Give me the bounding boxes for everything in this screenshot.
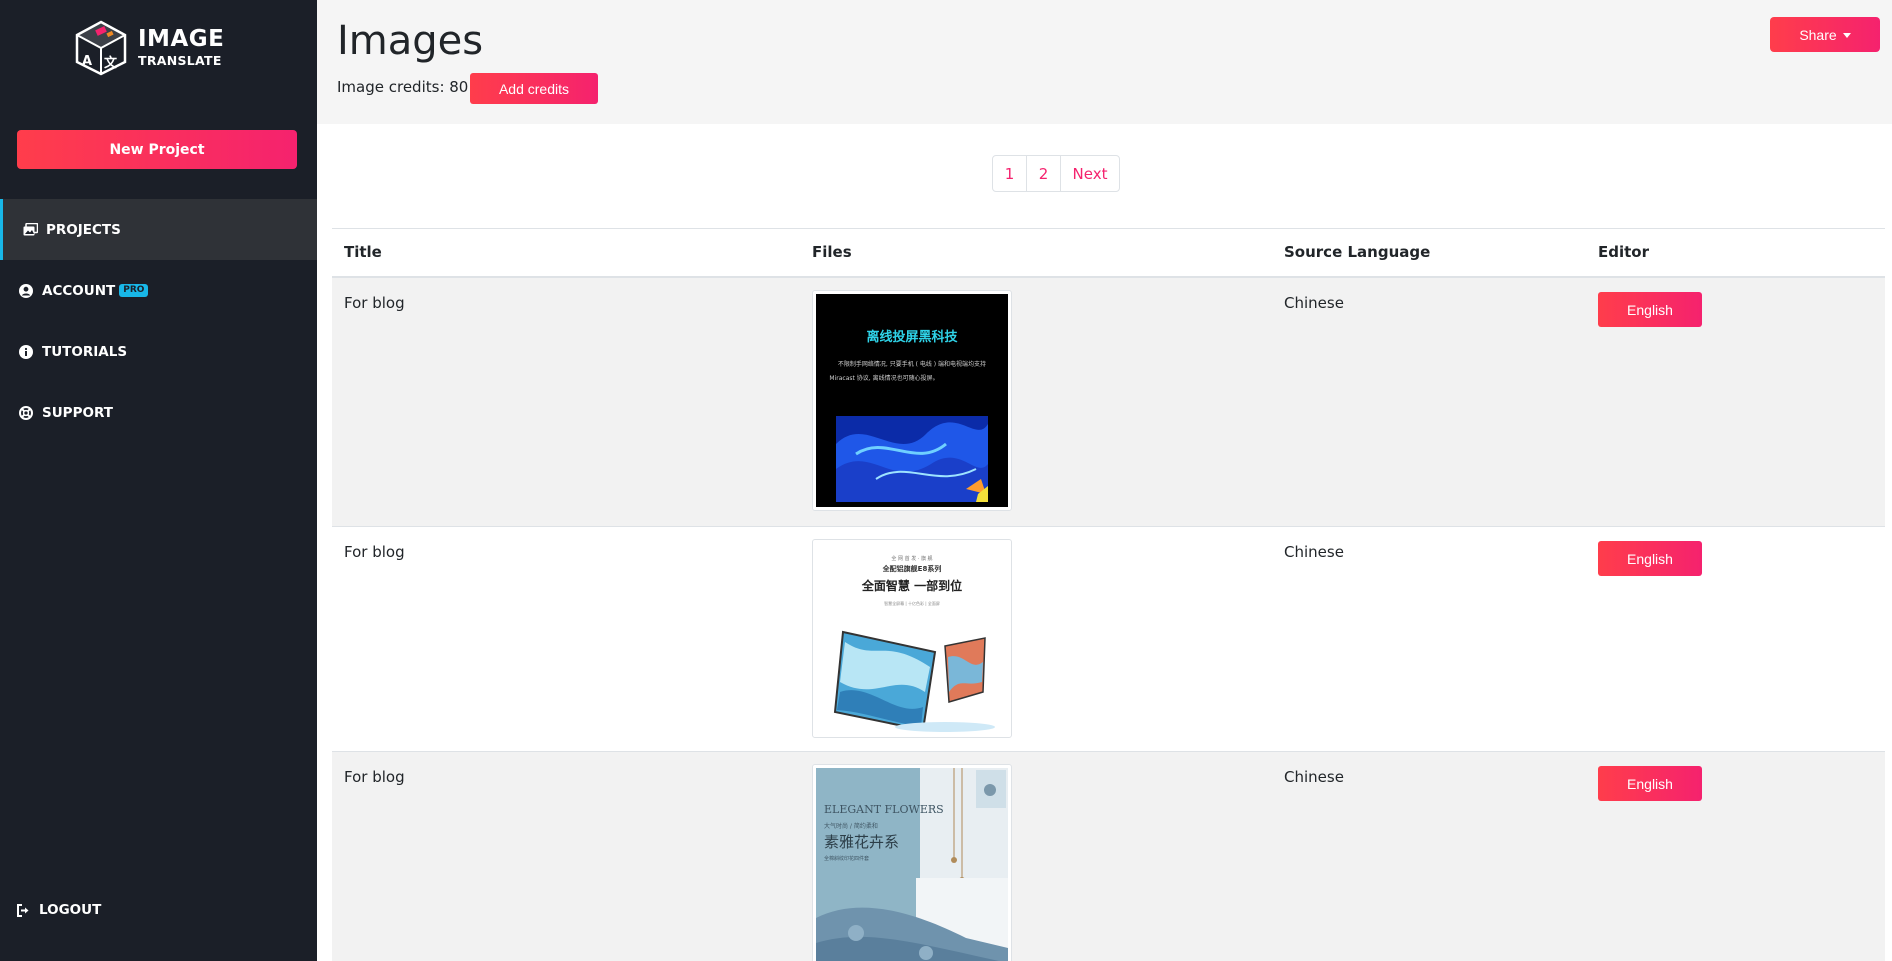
page-link-2[interactable]: 2	[1027, 156, 1061, 191]
thumb-headline: 离线投屏黑科技	[866, 329, 958, 345]
thumbnail-image: 离线投屏黑科技 不限制手网络情况, 只要手机 ( 电线 ) 端和电视端均支持 M…	[816, 294, 1008, 507]
open-editor-button[interactable]: English	[1598, 541, 1702, 576]
column-header-files: Files	[812, 243, 852, 261]
row-title: For blog	[344, 768, 405, 786]
logo-title: IMAGE	[138, 26, 225, 53]
new-project-button[interactable]: New Project	[17, 130, 297, 169]
pro-badge: PRO	[119, 284, 149, 297]
sidebar-item-tutorials[interactable]: TUTORIALS	[0, 321, 317, 382]
thumb-headline: 全面智慧 一部到位	[861, 578, 962, 593]
page-link-next[interactable]: Next	[1061, 156, 1119, 191]
thumb-small-2: 全棉斜纹印花四件套	[824, 855, 869, 862]
thumb-small: 大气时尚 / 简约柔和	[824, 822, 878, 830]
row-source-language: Chinese	[1284, 543, 1344, 561]
sidebar-item-label: PROJECTS	[46, 221, 121, 238]
life-ring-icon	[18, 405, 34, 421]
editor-cell: English	[1598, 292, 1702, 327]
logo-cube-icon: A 文	[75, 20, 127, 76]
logout-label: LOGOUT	[39, 902, 102, 918]
sidebar-item-account[interactable]: ACCOUNT PRO	[0, 260, 317, 321]
row-source-language: Chinese	[1284, 768, 1344, 786]
sign-out-icon	[15, 902, 31, 918]
svg-text:A: A	[82, 54, 92, 69]
editor-cell: English	[1598, 766, 1702, 801]
file-thumbnail[interactable]: 全 网 首 发 · 旗 舰 全配铝旗舰E8系列 全面智慧 一部到位 智慧全屏幕 …	[812, 539, 1012, 738]
caret-down-icon	[1842, 33, 1851, 39]
thumb-en-title: ELEGANT FLOWERS	[824, 803, 944, 816]
pagination: 1 2 Next	[992, 155, 1120, 192]
sidebar-item-projects[interactable]: PROJECTS	[0, 199, 317, 260]
table-header: Title Files Source Language Editor	[332, 228, 1885, 278]
open-editor-button[interactable]: English	[1598, 292, 1702, 327]
thumbnail-image: 全 网 首 发 · 旗 舰 全配铝旗舰E8系列 全面智慧 一部到位 智慧全屏幕 …	[815, 542, 1009, 735]
thumb-subline-1: 不限制手网络情况, 只要手机 ( 电线 ) 端和电视端均支持	[838, 360, 986, 368]
thumb-top-text: 全 网 首 发 · 旗 舰	[891, 555, 932, 562]
info-circle-icon	[18, 344, 34, 360]
sidebar-item-support[interactable]: SUPPORT	[0, 382, 317, 443]
column-header-source-language: Source Language	[1284, 243, 1431, 261]
logo-subtitle: TRANSLATE	[138, 53, 222, 69]
row-title: For blog	[344, 543, 405, 561]
column-header-title: Title	[344, 243, 382, 261]
table-row: For blog 全 网 首 发 · 旗 舰 全配铝旗舰E8系列 全面智慧 一部…	[332, 527, 1885, 752]
thumbnail-image: ELEGANT FLOWERS 大气时尚 / 简约柔和 素雅花卉系 全棉斜纹印花…	[816, 768, 1008, 961]
file-thumbnail[interactable]: 离线投屏黑科技 不限制手网络情况, 只要手机 ( 电线 ) 端和电视端均支持 M…	[812, 290, 1012, 511]
app-logo[interactable]: A 文 IMAGE TRANSLATE	[74, 20, 224, 76]
page-title: Images	[337, 18, 484, 64]
share-button[interactable]: Share	[1770, 17, 1880, 52]
page-header: Images Image credits: 80 Add credits Sha…	[317, 0, 1892, 124]
table-row: For blog 离线投屏黑科技 不限制手网络情况, 只要手机 ( 电线 ) 端…	[332, 278, 1885, 527]
column-header-editor: Editor	[1598, 243, 1649, 261]
sidebar-item-label: TUTORIALS	[42, 343, 128, 360]
share-label: Share	[1799, 26, 1837, 43]
image-credits-text: Image credits: 80	[337, 78, 469, 96]
thumb-series: 全配铝旗舰E8系列	[882, 564, 942, 573]
svg-text:文: 文	[104, 55, 118, 71]
row-title: For blog	[344, 294, 405, 312]
sidebar-nav: PROJECTS ACCOUNT PRO TUTORIALS SUPPORT	[0, 199, 317, 443]
user-circle-icon	[18, 283, 34, 299]
thumb-subline-2: Miracast 协议, 离线情况也可随心投屏。	[829, 374, 938, 382]
thumb-headline: 素雅花卉系	[824, 833, 899, 851]
images-table: Title Files Source Language Editor For b…	[332, 228, 1885, 961]
page-link-1[interactable]: 1	[993, 156, 1027, 191]
images-icon	[22, 222, 38, 238]
sidebar-item-label: ACCOUNT	[42, 282, 116, 299]
add-credits-button[interactable]: Add credits	[470, 73, 598, 104]
sidebar: A 文 IMAGE TRANSLATE New Project PROJECTS…	[0, 0, 317, 961]
logout-link[interactable]: LOGOUT	[15, 902, 101, 918]
editor-cell: English	[1598, 541, 1702, 576]
open-editor-button[interactable]: English	[1598, 766, 1702, 801]
thumb-small: 智慧全屏幕 | 十亿色彩 | 全面屏	[884, 600, 940, 606]
file-thumbnail[interactable]: ELEGANT FLOWERS 大气时尚 / 简约柔和 素雅花卉系 全棉斜纹印花…	[812, 764, 1012, 961]
row-source-language: Chinese	[1284, 294, 1344, 312]
sidebar-item-label: SUPPORT	[42, 404, 113, 421]
table-row: For blog ELEGANT FLOWERS 大气时尚 / 简约柔和 素雅花…	[332, 752, 1885, 961]
